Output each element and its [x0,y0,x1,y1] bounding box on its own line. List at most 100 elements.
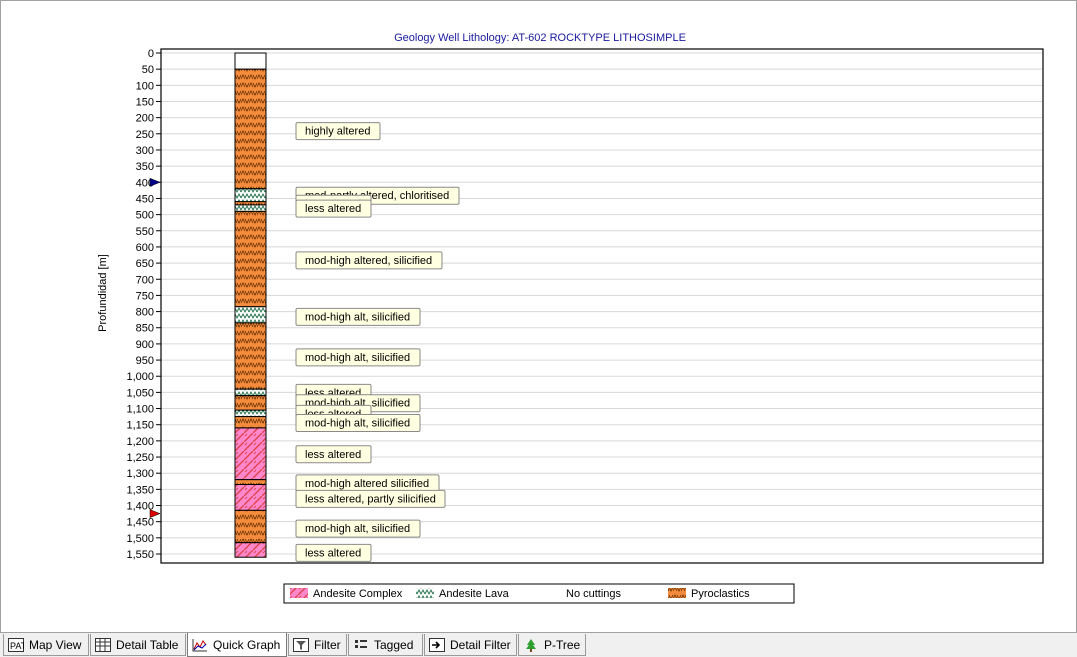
tree-icon [523,638,544,652]
annotation-label: mod-high alt, silicified [295,413,421,432]
y-tick-label: 900 [136,339,154,351]
y-tick-label: 200 [136,113,154,125]
y-tick-label: 950 [136,355,154,367]
depth-marker [149,177,161,187]
lithology-interval [234,210,267,308]
y-tick-label: 150 [136,96,154,108]
annotation-text: mod-high alt, silicified [305,352,410,364]
y-tick-label: 700 [136,274,154,286]
lithology-interval [234,322,267,390]
tab-detail-filter[interactable]: Detail Filter [424,634,517,656]
y-tick-label: 0 [148,48,154,60]
tab-quick-graph[interactable]: Quick Graph [187,633,287,657]
y-axis-ticks: 0501001502002503003504004505005506006507… [126,48,161,561]
lithology-interval [234,52,267,70]
y-tick-label: 1,500 [126,533,154,545]
tab-label: Quick Graph [213,637,281,652]
legend-label: No cuttings [566,588,622,600]
annotation-text: mod-high altered, silicified [305,255,432,267]
annotation-text: mod-high alt, silicified [305,523,410,535]
y-tick-label: 1,250 [126,452,154,464]
y-tick-label: 100 [136,80,154,92]
annotation-text: less altered [305,449,361,461]
grid [161,52,1043,555]
annotation-label: mod-high alt, silicified [295,348,421,367]
lithology-interval [234,479,267,486]
annotation-text: less altered [305,203,361,215]
legend: Andesite Complex Andesite Lava No cuttings… [283,583,795,604]
lithology-interval [234,68,267,190]
legend-label: Andesite Complex [313,588,403,600]
lithology-interval [234,416,267,429]
annotation-label: mod-high altered, silicified [295,251,443,270]
detail-filter-icon [429,637,450,652]
annotation-text: mod-high alt, silicified [305,311,410,323]
legend-entry: No cuttings [566,588,622,600]
y-tick-label: 1,150 [126,420,154,432]
y-tick-label: 750 [136,290,154,302]
y-tick-label: 550 [136,226,154,238]
map-view-icon: PAT [8,637,29,652]
lithology-interval [234,427,267,481]
y-tick-label: 850 [136,323,154,335]
annotation-text: highly altered [305,126,370,138]
annotation-label: mod-high altered silicified [295,474,440,493]
legend-swatch [668,588,686,598]
tab-label: Map View [29,637,82,652]
y-tick-label: 1,050 [126,387,154,399]
tab-tagged[interactable]: Tagged [348,634,423,656]
annotation-label: less altered [295,445,372,464]
y-tick-label: 1,450 [126,517,154,529]
plot-frame [160,48,1044,564]
svg-text:PAT: PAT [10,641,24,651]
tab-label: Detail Filter [450,637,511,652]
table-icon [95,637,116,652]
legend-label: Pyroclastics [691,588,750,600]
y-tick-label: 350 [136,161,154,173]
lithology-interval [234,542,267,558]
tab-label: Detail Table [116,637,179,652]
legend-swatch [290,588,308,598]
lithology-interval [234,509,267,544]
annotation-text: mod-high altered silicified [305,478,429,490]
y-axis-label: Profundidad [m] [97,254,109,332]
tab-filter[interactable]: Filter [288,634,347,656]
annotation-text: mod-high alt, silicified [305,417,410,429]
y-tick-label: 50 [142,64,154,76]
annotation-label: mod-high alt, silicified [295,519,421,538]
annotation-label: highly altered [295,122,381,141]
lithology-interval [234,188,267,203]
y-tick-label: 800 [136,307,154,319]
lithology-interval [234,306,267,324]
annotation-text: less altered, partly silicified [305,493,436,505]
annotation-label: mod-high alt, silicified [295,307,421,326]
chart-title: Geology Well Lithology: AT-602 ROCKTYPE … [394,32,686,44]
graph-icon [192,638,213,652]
bottom-tab-bar: PAT Map View Detail Table Quick Graph Filter… [0,633,1077,657]
lithology-interval [234,409,267,418]
tab-p-tree[interactable]: P-Tree [518,634,586,656]
y-tick-label: 1,200 [126,436,154,448]
lithology-interval [234,395,267,411]
annotation-text: less altered [305,547,361,559]
lithology-interval [234,204,267,212]
tab-detail-table[interactable]: Detail Table [90,634,186,656]
y-tick-label: 1,350 [126,484,154,496]
lithology-interval [234,484,267,511]
filter-icon [293,637,314,652]
tab-label: Filter [314,637,341,652]
tagged-icon [353,638,374,652]
legend-swatch [416,588,434,598]
y-tick-label: 1,100 [126,404,154,416]
lithology-column [234,52,267,558]
y-tick-label: 600 [136,242,154,254]
y-tick-label: 650 [136,258,154,270]
annotation-label: less altered, partly silicified [295,489,446,508]
annotations: highly alteredmod-partly altered, chlori… [295,122,460,562]
y-tick-label: 450 [136,193,154,205]
tab-label: P-Tree [544,637,581,652]
tab-map-view[interactable]: PAT Map View [3,634,89,656]
y-tick-label: 1,000 [126,371,154,383]
annotation-label: less altered [295,543,372,562]
y-tick-label: 250 [136,129,154,141]
